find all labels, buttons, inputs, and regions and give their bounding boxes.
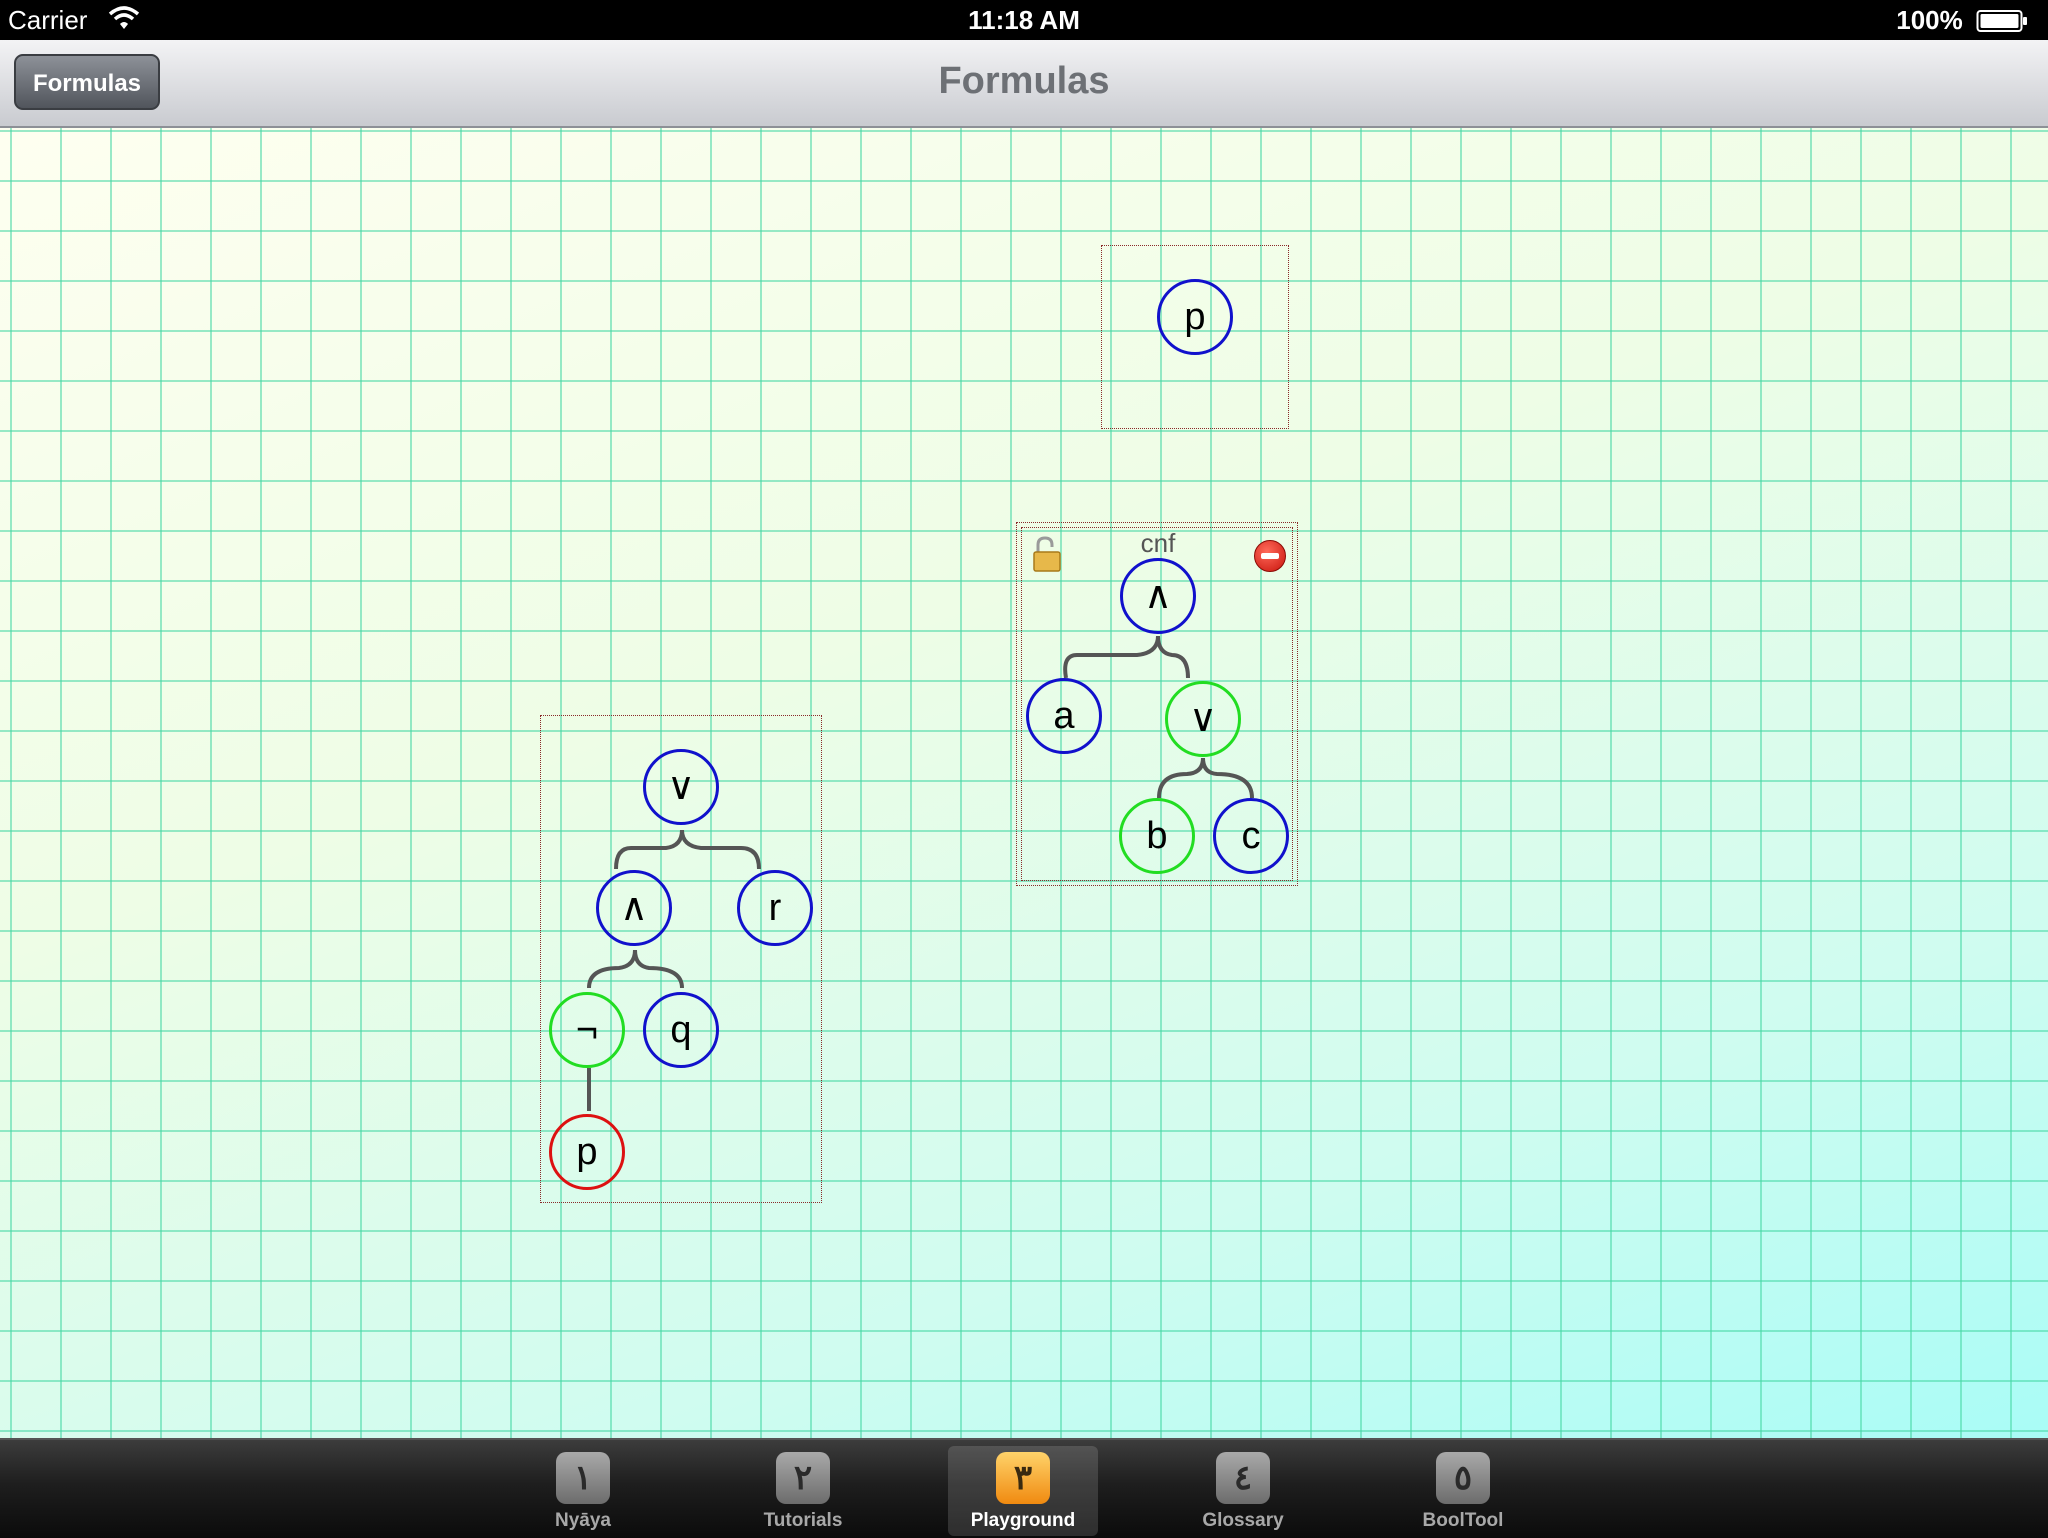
node-not[interactable]: ¬ xyxy=(549,992,625,1068)
nyaya-icon: ١ xyxy=(556,1452,610,1504)
node-a[interactable]: a xyxy=(1026,678,1102,754)
node-q[interactable]: q xyxy=(643,992,719,1068)
tab-bar: ١ Nyāya ٢ Tutorials ٣ Playground ٤ Gloss… xyxy=(0,1438,2048,1538)
tab-label: Nyāya xyxy=(555,1510,611,1531)
navigation-bar: Formulas Formulas xyxy=(0,40,2048,128)
booltool-icon: ٥ xyxy=(1436,1452,1490,1504)
status-bar: Carrier 11:18 AM 100% xyxy=(0,0,2048,40)
tab-booltool[interactable]: ٥ BoolTool xyxy=(1388,1446,1538,1536)
battery-icon xyxy=(1976,10,2027,32)
battery-percent: 100% xyxy=(1896,5,1963,35)
tutorials-icon: ٢ xyxy=(776,1452,830,1504)
tab-glossary[interactable]: ٤ Glossary xyxy=(1168,1446,1318,1536)
clock-label: 11:18 AM xyxy=(968,5,1080,35)
node-c[interactable]: c xyxy=(1213,798,1289,874)
tab-label: Glossary xyxy=(1202,1510,1284,1531)
tab-label: BoolTool xyxy=(1422,1510,1504,1531)
node-p[interactable]: p xyxy=(549,1114,625,1190)
lock-open-icon[interactable] xyxy=(1032,536,1062,572)
page-title: Formulas xyxy=(938,60,1110,102)
glossary-icon: ٤ xyxy=(1216,1452,1270,1504)
node-b[interactable]: b xyxy=(1119,798,1195,874)
node-and[interactable]: ∧ xyxy=(596,870,672,946)
node-r[interactable]: r xyxy=(737,870,813,946)
delete-icon[interactable] xyxy=(1254,540,1286,572)
node-p[interactable]: p xyxy=(1157,279,1233,355)
tab-label: Tutorials xyxy=(763,1510,843,1531)
tab-label: Playground xyxy=(970,1510,1076,1531)
tab-nyaya[interactable]: ١ Nyāya xyxy=(508,1446,658,1536)
playground-icon: ٣ xyxy=(996,1452,1050,1504)
formula-canvas[interactable]: p cnf ∧ a ∨ b c ∨ ∧ r ¬ q p xyxy=(0,128,2048,1438)
formula-box-main[interactable]: ∨ ∧ r ¬ q p xyxy=(540,715,822,1203)
formula-box-p[interactable]: p xyxy=(1101,245,1289,429)
node-or[interactable]: ∨ xyxy=(1165,681,1241,757)
node-and[interactable]: ∧ xyxy=(1120,558,1196,634)
formula-box-cnf[interactable]: cnf ∧ a ∨ b c xyxy=(1016,522,1298,886)
formula-label-cnf: cnf xyxy=(1140,528,1176,558)
tab-tutorials[interactable]: ٢ Tutorials xyxy=(728,1446,878,1536)
tab-playground[interactable]: ٣ Playground xyxy=(948,1446,1098,1536)
node-or[interactable]: ∨ xyxy=(643,749,719,825)
battery-label: 100% xyxy=(1896,5,2028,36)
